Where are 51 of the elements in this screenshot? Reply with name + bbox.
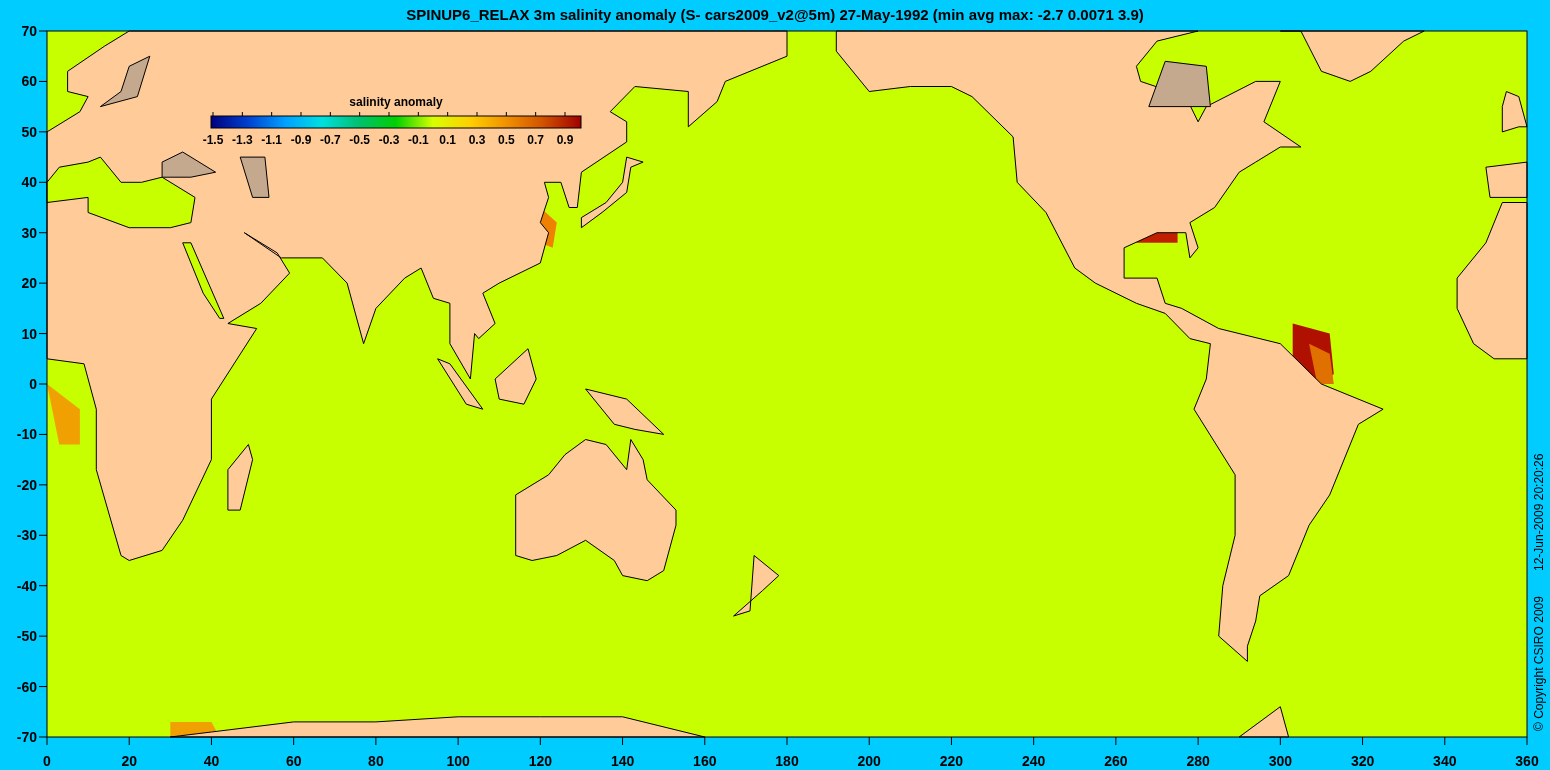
x-axis-label: 180 xyxy=(775,753,799,769)
colorbar-tick-label: 0.7 xyxy=(527,133,544,147)
y-axis-label: -10 xyxy=(16,426,37,443)
colorbar-title: salinity anomaly xyxy=(349,95,443,109)
colorbar-tick-label: 0.1 xyxy=(439,133,456,147)
y-axis-label: -30 xyxy=(16,527,37,544)
y-axis-label: -70 xyxy=(16,729,37,745)
copyright-text: © Copyright CSIRO 2009 xyxy=(1532,596,1546,731)
timestamp-text: 12-Jun-2009 20:20:26 xyxy=(1532,453,1546,571)
x-axis-label: 20 xyxy=(121,753,137,769)
colorbar-tick-label: -1.5 xyxy=(202,133,224,147)
x-axis-label: 140 xyxy=(610,753,635,769)
x-axis-label: 80 xyxy=(368,753,384,769)
x-axis-label: 160 xyxy=(693,753,717,769)
y-axis-label: -50 xyxy=(16,628,37,645)
x-axis-label: 100 xyxy=(446,753,470,769)
x-axis-label: 60 xyxy=(285,753,302,769)
y-axis-label: 30 xyxy=(21,224,37,241)
y-axis-label: -20 xyxy=(16,476,37,493)
y-axis-label: 20 xyxy=(21,275,37,292)
y-axis-label: 40 xyxy=(21,174,37,191)
colorbar-tick-label: -0.3 xyxy=(378,133,400,147)
colorbar-tick-label: -0.9 xyxy=(290,133,312,147)
y-axis-label: 60 xyxy=(21,73,37,90)
colorbar-tick-label: -0.7 xyxy=(320,133,341,147)
x-axis-label: 200 xyxy=(857,753,881,769)
x-axis-label: 300 xyxy=(1268,753,1292,769)
y-axis-label: 10 xyxy=(21,325,37,342)
x-axis-label: 220 xyxy=(939,753,964,769)
colorbar-tick-label: -0.1 xyxy=(408,133,429,147)
colorbar-tick-label: 0.9 xyxy=(556,133,574,147)
x-axis-label: 320 xyxy=(1350,753,1375,769)
x-axis-label: 280 xyxy=(1186,753,1210,769)
x-axis-label: 120 xyxy=(528,753,552,769)
y-axis-label: 50 xyxy=(21,123,37,140)
y-axis-label: -60 xyxy=(16,678,37,695)
plot-title: SPINUP6_RELAX 3m salinity anomaly (S- cars2009_v2@5m) 27-May-1992 (min avg max: -2.7 0.0071 3.9) xyxy=(406,5,1144,26)
x-axis-label: 340 xyxy=(1433,753,1457,769)
y-axis-label: 70 xyxy=(21,23,37,39)
x-axis-label: 240 xyxy=(1022,753,1046,769)
y-axis-label: -40 xyxy=(16,577,37,594)
x-axis-label: 360 xyxy=(1515,753,1539,769)
x-axis-label: 0 xyxy=(43,753,51,769)
x-axis-label: 40 xyxy=(203,753,220,769)
colorbar-tick-label: -1.1 xyxy=(261,133,282,147)
y-axis-label: 0 xyxy=(29,376,37,392)
x-axis-label: 260 xyxy=(1104,753,1128,769)
colorbar-tick-label: 0.3 xyxy=(468,133,486,147)
colorbar-tick-label: 0.5 xyxy=(498,133,515,147)
colorbar-tick-label: -0.5 xyxy=(349,133,370,147)
colorbar-tick-label: -1.3 xyxy=(232,133,253,147)
